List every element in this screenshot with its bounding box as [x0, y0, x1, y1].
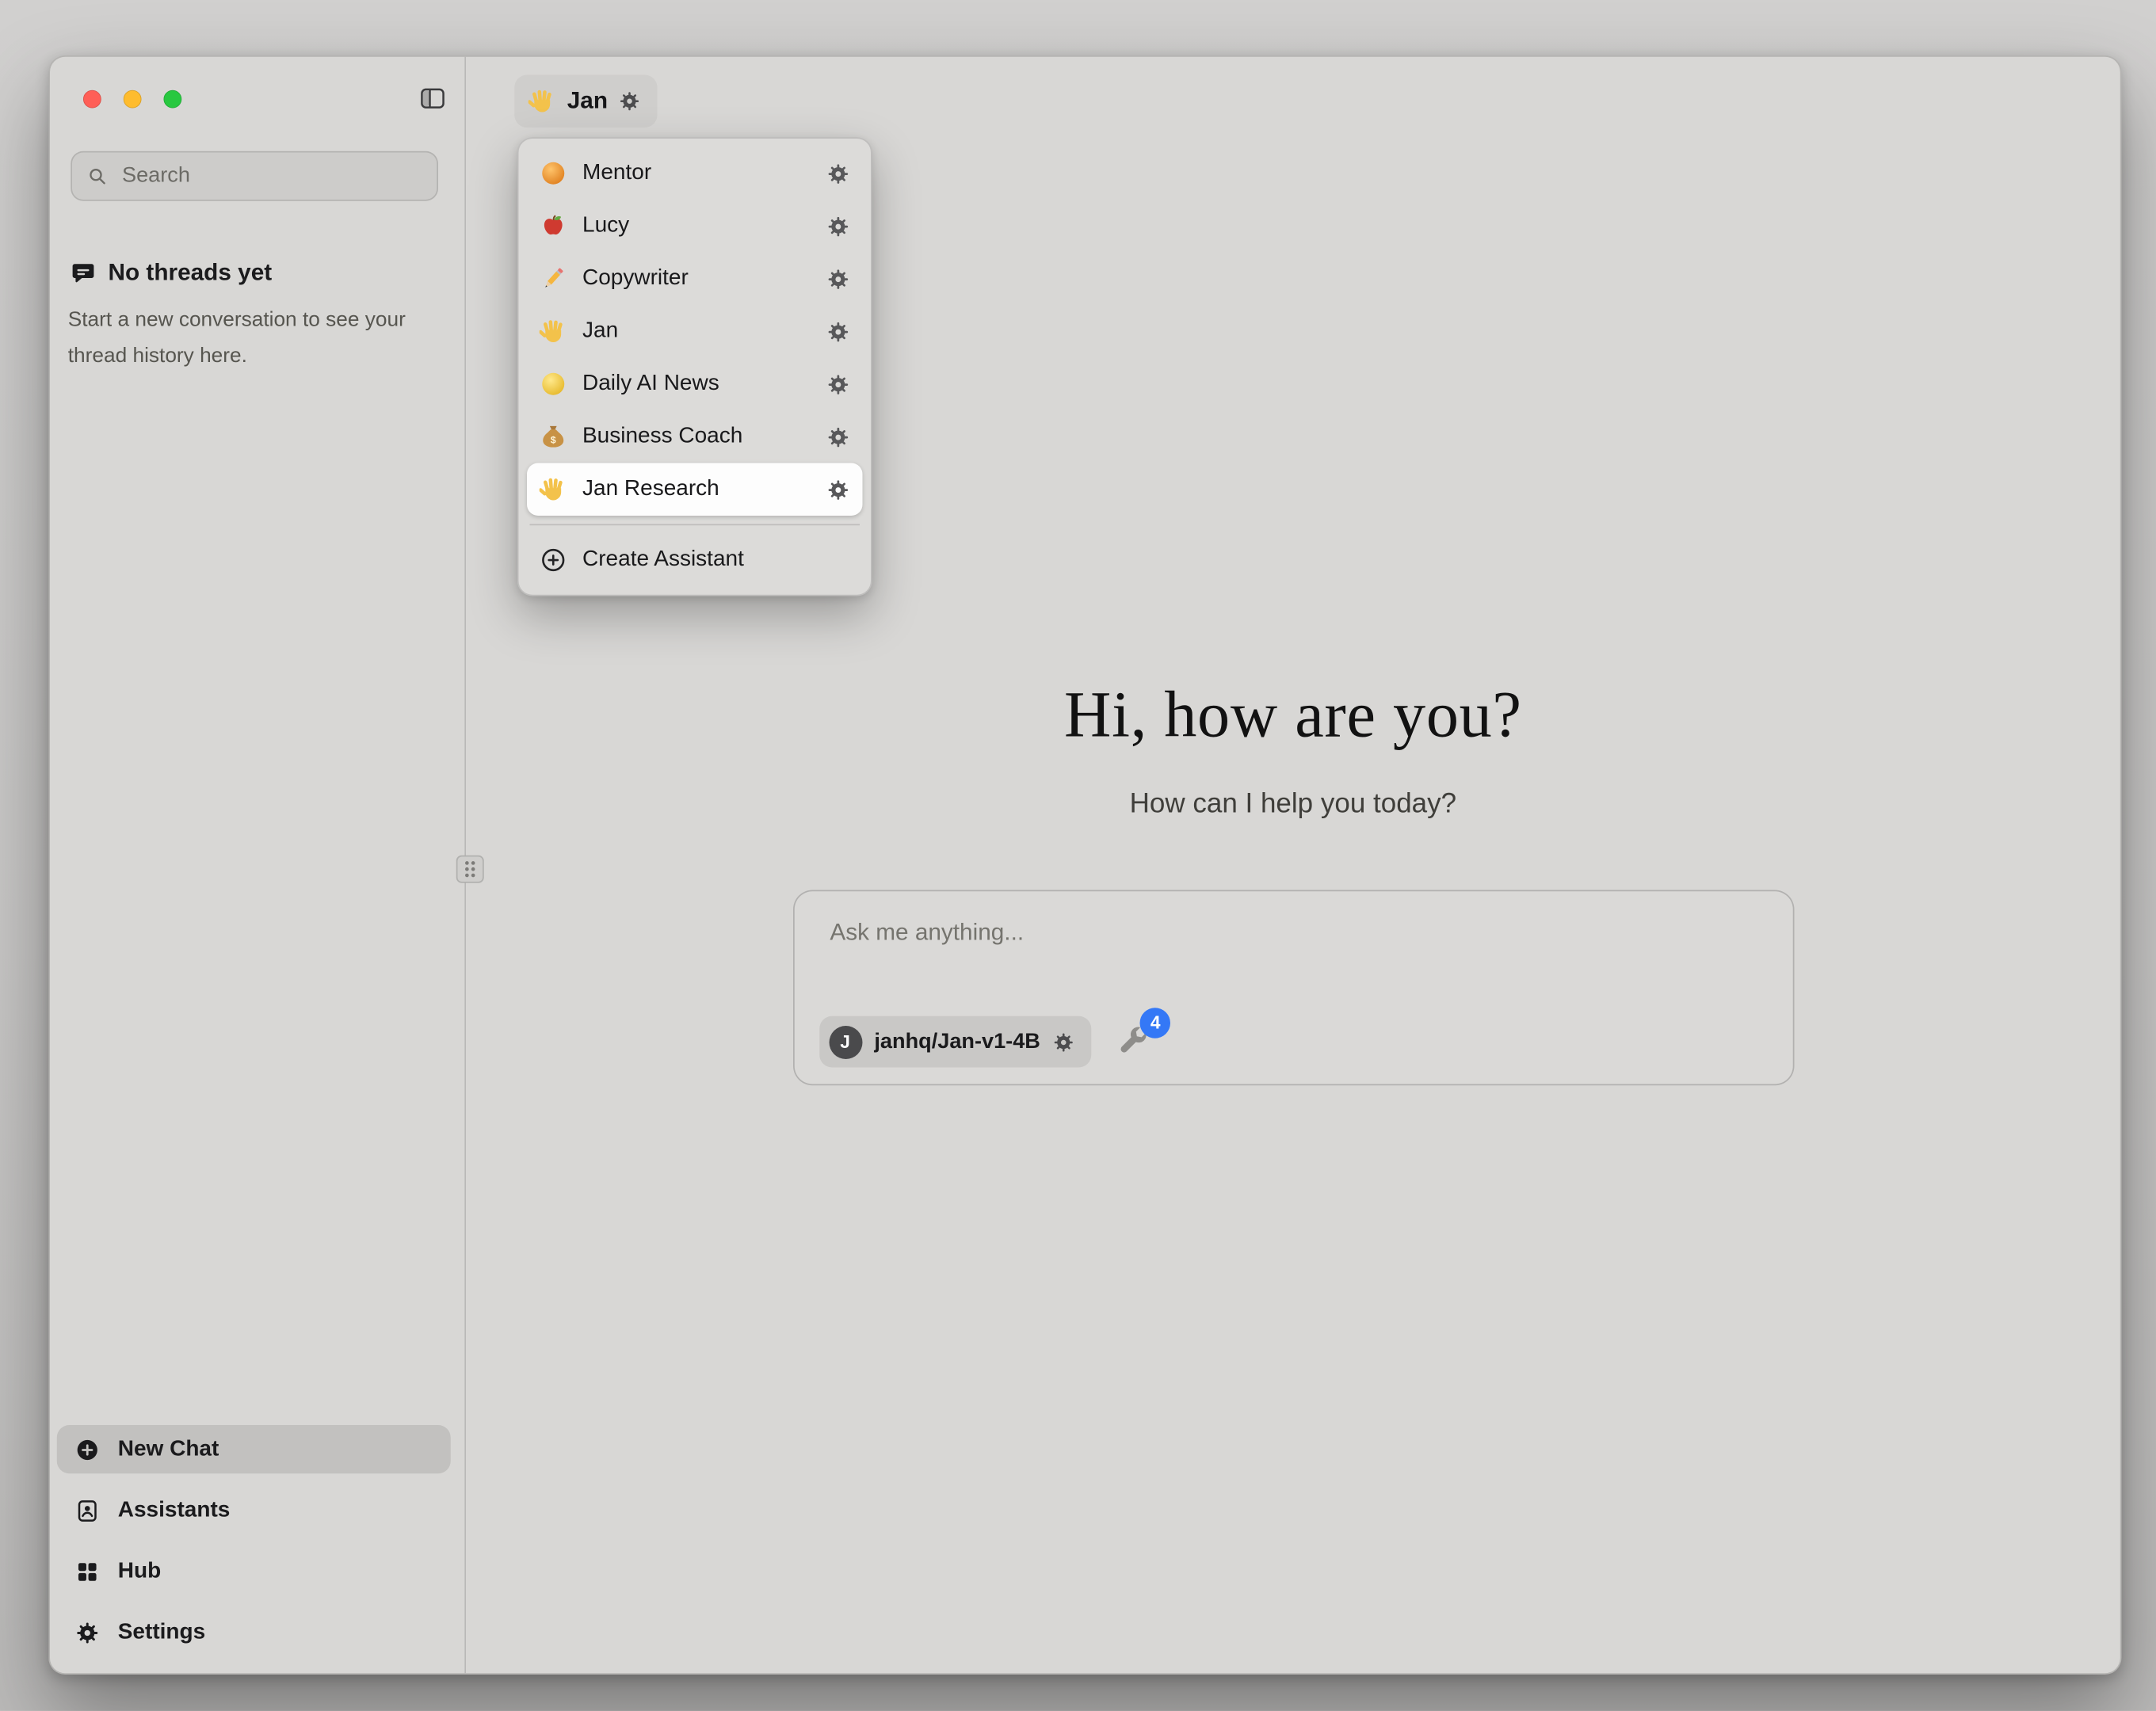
assistant-menu-item-label: Business Coach	[582, 425, 811, 450]
sidebar-item-label: Assistants	[118, 1498, 231, 1523]
assistant-menu: Mentor Lucy Copywriter Jan Daily AI News $ Bus…	[517, 137, 872, 596]
search-icon	[86, 165, 109, 187]
zoom-button[interactable]	[164, 90, 182, 109]
assistant-menu-item-label: Lucy	[582, 214, 811, 239]
assistant-settings-icon[interactable]	[826, 372, 850, 396]
search-box[interactable]	[71, 151, 438, 201]
assistant-settings-icon[interactable]	[826, 267, 850, 291]
hub-icon	[75, 1559, 101, 1584]
sidebar-item-hub[interactable]: Hub	[57, 1547, 451, 1595]
svg-text:$: $	[551, 434, 556, 445]
assistant-selector-button[interactable]: Jan	[514, 75, 658, 128]
assistant-menu-item-label: Jan	[582, 319, 811, 345]
new-chat-icon	[75, 1437, 101, 1462]
model-name: janhq/Jan-v1-4B	[874, 1029, 1040, 1054]
sidebar: No threads yet Start a new conversation …	[50, 57, 466, 1674]
sidebar-item-new-chat[interactable]: New Chat	[57, 1425, 451, 1473]
app-window: No threads yet Start a new conversation …	[48, 55, 2121, 1675]
threads-icon	[71, 261, 96, 286]
assistant-settings-icon[interactable]	[826, 319, 850, 343]
sidebar-item-settings[interactable]: Settings	[57, 1608, 451, 1656]
create-assistant-label: Create Assistant	[582, 547, 744, 573]
assistant-menu-item-label: Mentor	[582, 161, 811, 186]
sidebar-item-label: Hub	[118, 1559, 161, 1584]
assistant-menu-item[interactable]: Jan	[527, 305, 863, 358]
assistant-menu-item-label: Jan Research	[582, 477, 811, 502]
hand-wave-icon	[540, 475, 567, 503]
yellow-circle-icon	[540, 370, 567, 398]
assistant-menu-item[interactable]: Mentor	[527, 147, 863, 200]
model-avatar: J	[829, 1025, 862, 1058]
sidebar-item-label: New Chat	[118, 1437, 219, 1462]
model-settings-icon[interactable]	[1053, 1031, 1075, 1053]
assistant-settings-icon[interactable]	[826, 425, 850, 448]
greeting-subtitle: How can I help you today?	[1130, 789, 1456, 821]
assistant-menu-item[interactable]: Jan Research	[527, 463, 863, 516]
menu-divider	[530, 524, 860, 526]
assistant-settings-icon[interactable]	[826, 214, 850, 238]
assistant-settings-icon[interactable]	[826, 162, 850, 185]
create-assistant-button[interactable]: Create Assistant	[527, 534, 863, 587]
window-controls	[83, 90, 181, 109]
pencil-icon	[540, 265, 567, 292]
orange-circle-icon	[540, 159, 567, 187]
empty-state-title: No threads yet	[109, 259, 273, 287]
close-button[interactable]	[83, 90, 101, 109]
greeting-title: Hi, how are you?	[1064, 678, 1522, 753]
hand-wave-icon	[529, 87, 556, 115]
assistant-menu-item-label: Daily AI News	[582, 372, 811, 397]
settings-gear-icon	[75, 1620, 101, 1645]
sidebar-item-assistants[interactable]: Assistants	[57, 1486, 451, 1534]
main-area: Jan Mentor Lucy Copywriter Jan Daily AI News…	[466, 57, 2120, 1674]
sidebar-resize-handle[interactable]	[456, 856, 484, 883]
assistant-menu-item[interactable]: Lucy	[527, 200, 863, 253]
sidebar-nav: New Chat Assistants Hub Settings	[57, 1425, 451, 1656]
minimize-button[interactable]	[124, 90, 142, 109]
chat-composer[interactable]: J janhq/Jan-v1-4B 4	[792, 890, 1794, 1086]
assistants-icon	[75, 1498, 101, 1523]
assistant-menu-item[interactable]: Daily AI News	[527, 358, 863, 411]
assistant-menu-item-label: Copywriter	[582, 266, 811, 292]
desktop-background: No threads yet Start a new conversation …	[0, 0, 2156, 1711]
model-selector[interactable]: J janhq/Jan-v1-4B	[819, 1016, 1091, 1068]
tools-button[interactable]: 4	[1116, 1023, 1153, 1060]
empty-state: No threads yet Start a new conversation …	[71, 259, 434, 374]
assistant-header-settings-icon[interactable]	[619, 90, 641, 112]
welcome-section: Hi, how are you? How can I help you toda…	[466, 678, 2120, 1086]
sidebar-item-label: Settings	[118, 1620, 205, 1645]
assistant-menu-list: Mentor Lucy Copywriter Jan Daily AI News $ Bus…	[527, 147, 863, 516]
apple-icon	[540, 212, 567, 240]
tools-badge: 4	[1140, 1007, 1171, 1038]
chat-input[interactable]	[827, 916, 1759, 1000]
assistant-menu-item[interactable]: Copywriter	[527, 253, 863, 306]
search-input[interactable]	[120, 162, 423, 190]
assistant-name: Jan	[567, 87, 608, 115]
assistant-menu-item[interactable]: $ Business Coach	[527, 410, 863, 463]
plus-circle-icon	[540, 547, 567, 574]
hand-wave-icon	[540, 318, 567, 345]
sidebar-toggle-icon[interactable]	[419, 85, 447, 112]
money-bag-icon: $	[540, 423, 567, 451]
empty-state-description: Start a new conversation to see your thr…	[68, 303, 421, 374]
assistant-settings-icon[interactable]	[826, 478, 850, 501]
composer-toolbar: J janhq/Jan-v1-4B 4	[819, 1016, 1152, 1068]
